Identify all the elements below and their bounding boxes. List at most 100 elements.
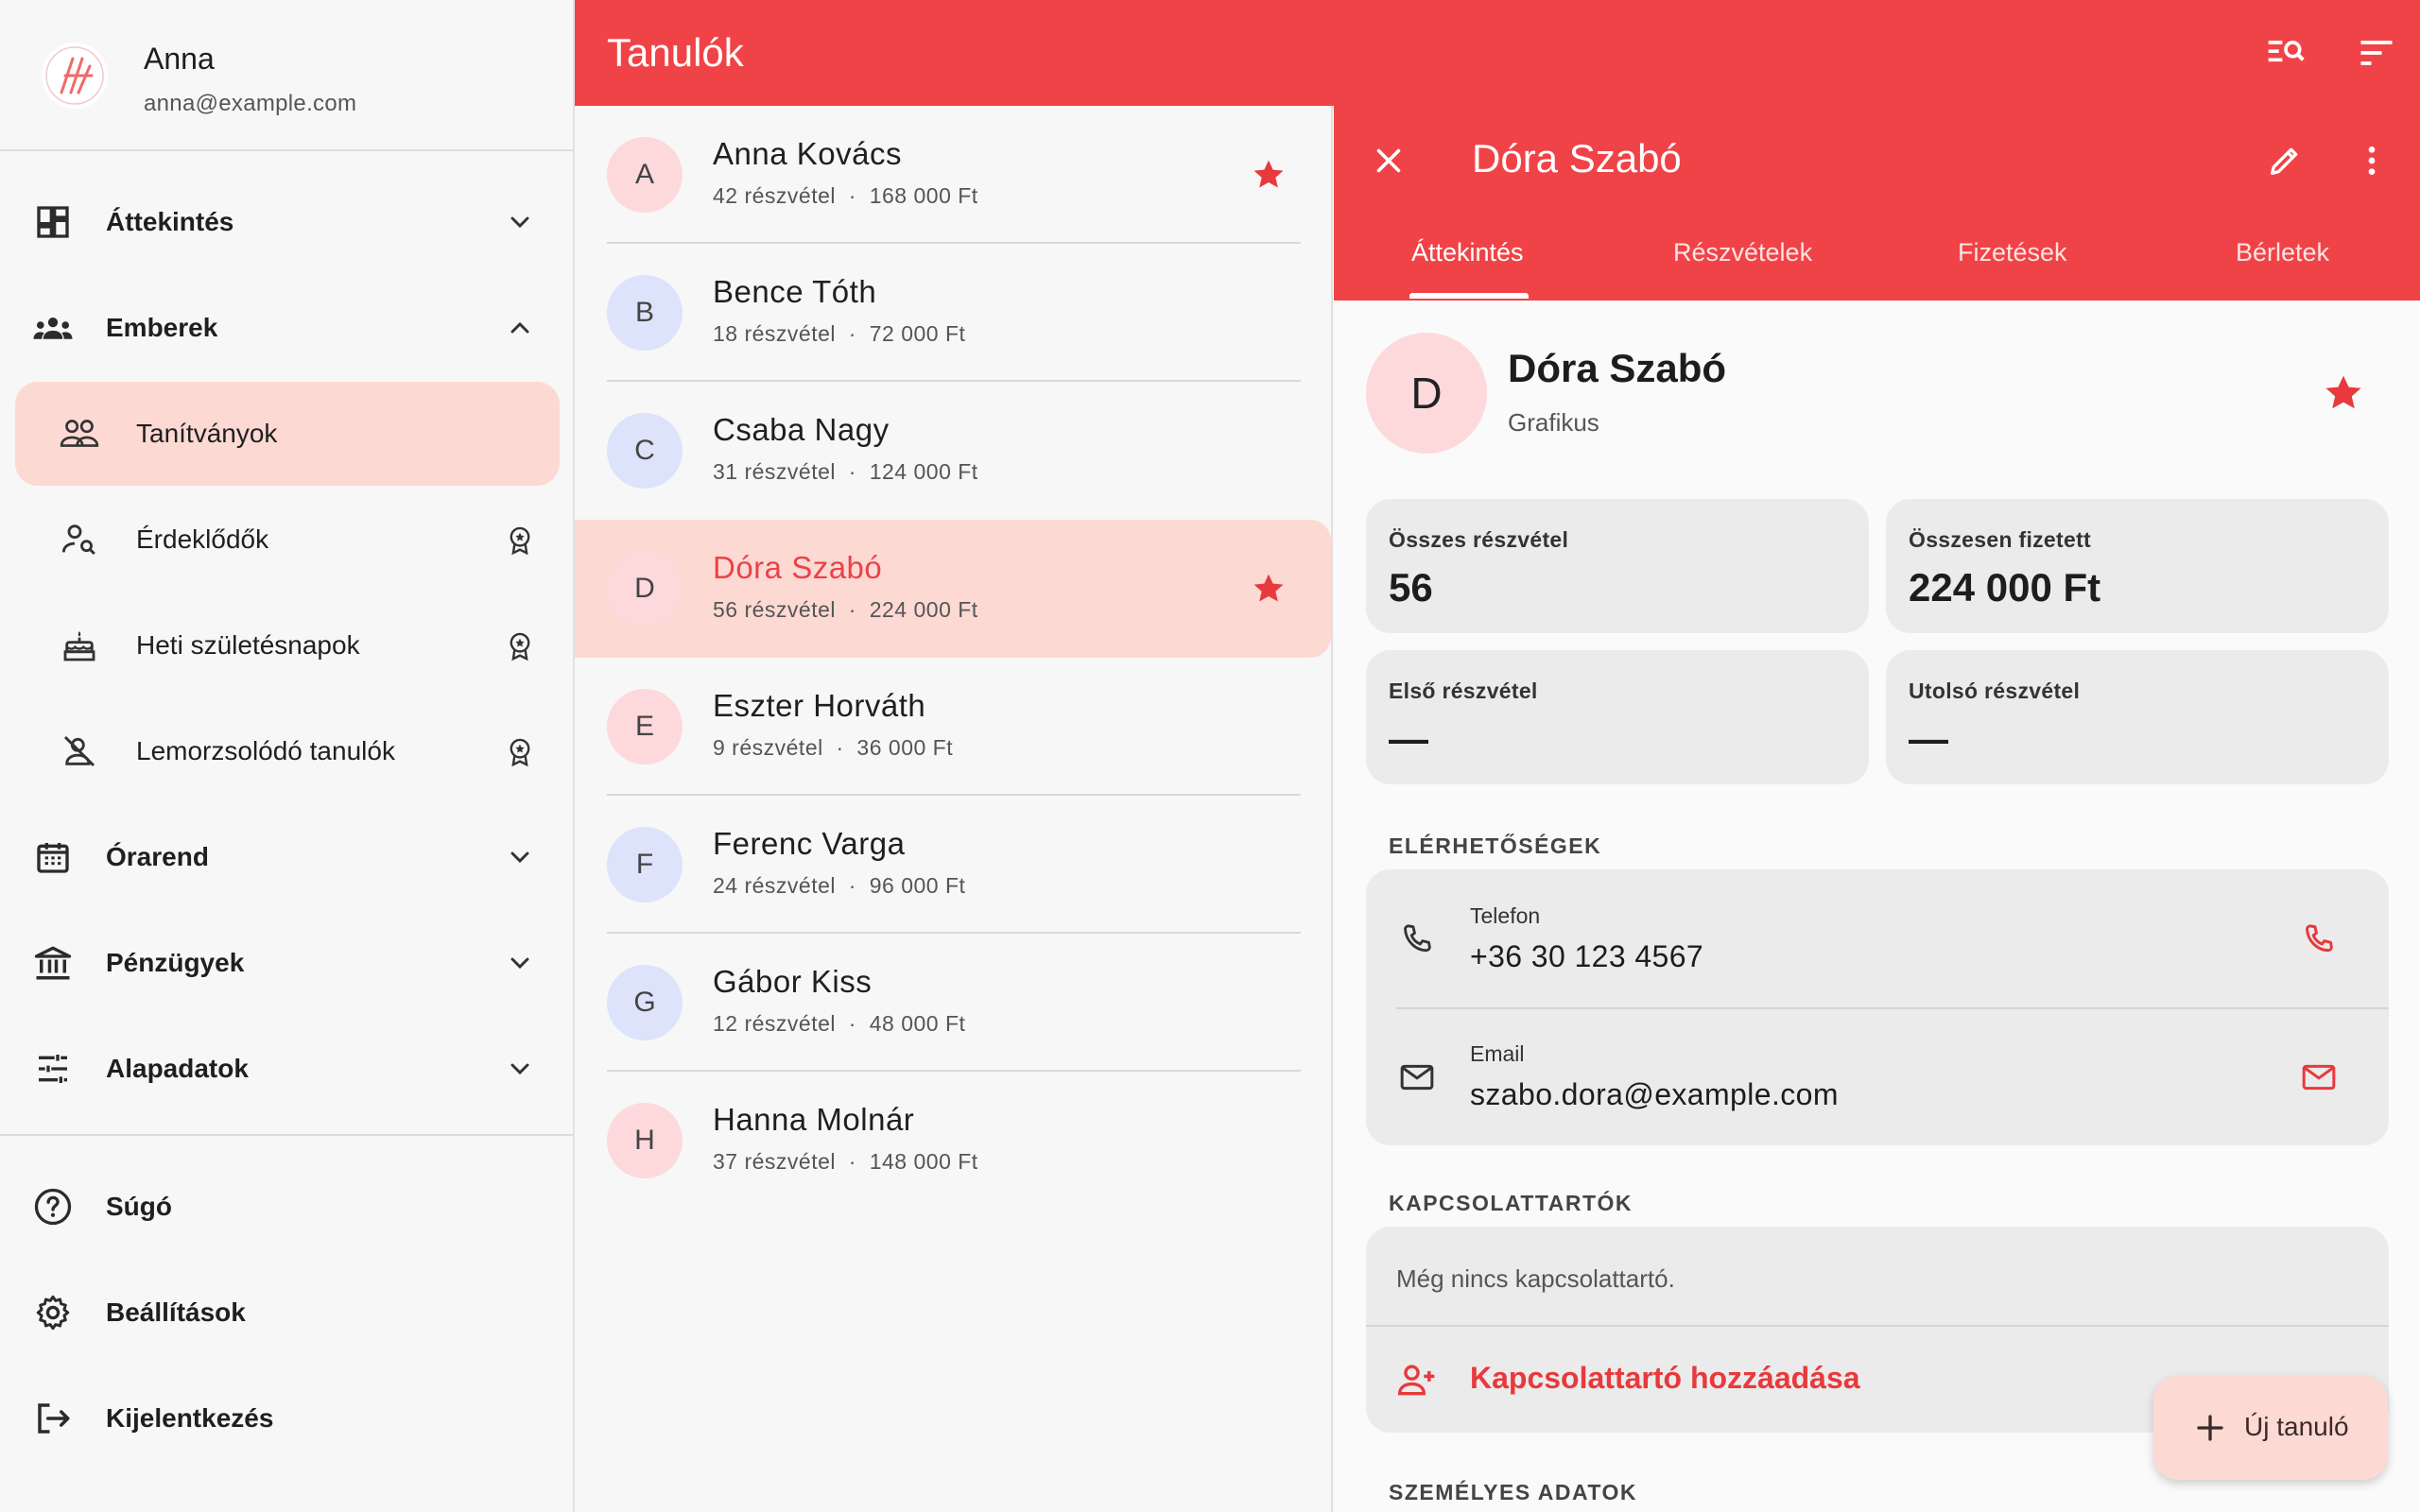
call-icon[interactable] [2296, 917, 2342, 962]
nav-overview-label: Áttekintés [106, 207, 234, 236]
student-stats: 42 részvétel · 168 000 Ft [713, 183, 978, 208]
section-contacts-title: ELÉRHETŐSÉGEK [1389, 833, 1602, 858]
profile-avatar: D [1366, 333, 1487, 454]
nav-help-label: Súgó [106, 1192, 172, 1221]
account-email: anna@example.com [144, 91, 357, 116]
app-logo [42, 43, 108, 109]
nav-schedule[interactable]: Órarend [0, 810, 573, 904]
premium-badge-icon [501, 521, 539, 558]
avatar: E [607, 689, 683, 765]
student-stats: 56 részvétel · 224 000 Ft [713, 597, 978, 622]
nav-basedata[interactable]: Alapadatok [0, 1022, 573, 1116]
student-list-item[interactable]: A Anna Kovács 42 részvétel · 168 000 Ft [575, 106, 1331, 244]
nav-birthdays[interactable]: Heti születésnapok [15, 593, 560, 697]
student-detail-panel: Dóra Szabó Áttekintés Részvételek Fizeté… [1334, 106, 2420, 1512]
new-student-label: Új tanuló [2244, 1412, 2349, 1441]
account-name: Anna [144, 42, 215, 76]
avatar: G [607, 965, 683, 1040]
app-bar: Tanulók [575, 0, 2420, 106]
nav-leads[interactable]: Érdeklődők [15, 488, 560, 592]
chevron-down-icon[interactable] [501, 203, 539, 241]
bank-icon [32, 942, 74, 984]
avatar: C [607, 413, 683, 489]
nav-logout[interactable]: Kijelentkezés [0, 1371, 573, 1466]
send-mail-icon[interactable] [2296, 1055, 2342, 1100]
phone-row[interactable]: Telefon +36 30 123 4567 [1366, 869, 2389, 1007]
star-icon[interactable] [2321, 370, 2366, 416]
stat-first-attendance: Első részvétel — [1366, 650, 1869, 784]
chevron-down-icon[interactable] [501, 1050, 539, 1088]
stat-total-attendance: Összes részvétel 56 [1366, 499, 1869, 633]
account-header[interactable]: Anna anna@example.com [0, 0, 573, 151]
sidebar-divider [0, 1134, 573, 1136]
logout-icon [32, 1398, 74, 1439]
groups-icon [32, 307, 74, 349]
sort-icon[interactable] [2354, 30, 2399, 76]
nav-leads-label: Érdeklődők [136, 524, 269, 554]
new-student-fab[interactable]: Új tanuló [2153, 1376, 2388, 1480]
nav-settings-label: Beállítások [106, 1297, 246, 1327]
nav-finance[interactable]: Pénzügyek [0, 916, 573, 1010]
close-icon[interactable] [1366, 138, 1411, 183]
student-name: Gábor Kiss [713, 964, 873, 999]
star-icon[interactable] [1250, 156, 1288, 194]
mail-icon [1394, 1055, 1440, 1100]
email-value: szabo.dora@example.com [1470, 1077, 1839, 1111]
edit-icon[interactable] [2262, 138, 2308, 183]
page-title: Tanulók [607, 30, 744, 75]
student-name: Bence Tóth [713, 274, 877, 309]
student-list-item[interactable]: B Bence Tóth 18 részvétel · 72 000 Ft [575, 244, 1331, 382]
student-list-item[interactable]: H Hanna Molnár 37 részvétel · 148 000 Ft [575, 1072, 1331, 1210]
stat-value: — [1909, 716, 1948, 761]
nav-help[interactable]: Súgó [0, 1160, 573, 1254]
nav-settings[interactable]: Beállítások [0, 1265, 573, 1360]
student-list-item[interactable]: F Ferenc Varga 24 részvétel · 96 000 Ft [575, 796, 1331, 934]
nav-dropouts-label: Lemorzsolódó tanulók [136, 736, 395, 765]
nav-students-label: Tanítványok [136, 419, 278, 448]
student-stats: 12 részvétel · 48 000 Ft [713, 1011, 966, 1036]
star-icon[interactable] [1250, 570, 1288, 608]
stat-value: 224 000 Ft [1909, 565, 2101, 610]
email-row[interactable]: Email szabo.dora@example.com [1366, 1007, 2389, 1145]
nav-basedata-label: Alapadatok [106, 1054, 249, 1083]
profile-occupation: Grafikus [1508, 408, 1599, 437]
tab-overview[interactable]: Áttekintés [1411, 238, 1524, 267]
stat-label: Összes részvétel [1389, 527, 1569, 552]
nav-people-label: Emberek [106, 313, 218, 342]
chevron-up-icon[interactable] [501, 309, 539, 347]
stat-label: Első részvétel [1389, 679, 1538, 703]
stat-label: Összesen fizetett [1909, 527, 2091, 552]
phone-label: Telefon [1470, 903, 1541, 928]
stat-value: — [1389, 716, 1428, 761]
stat-label: Utolsó részvétel [1909, 679, 2081, 703]
person-search-icon [59, 519, 100, 560]
nav-birthdays-label: Heti születésnapok [136, 630, 360, 660]
chevron-down-icon[interactable] [501, 838, 539, 876]
chevron-down-icon[interactable] [501, 944, 539, 982]
email-label: Email [1470, 1041, 1525, 1066]
tab-payments[interactable]: Fizetések [1958, 238, 2067, 267]
avatar: H [607, 1103, 683, 1178]
student-name: Ferenc Varga [713, 826, 906, 861]
stat-total-paid: Összesen fizetett 224 000 Ft [1886, 499, 2389, 633]
nav-dropouts[interactable]: Lemorzsolódó tanulók [15, 699, 560, 803]
student-list-item[interactable]: C Csaba Nagy 31 részvétel · 124 000 Ft [575, 382, 1331, 520]
avatar: B [607, 275, 683, 351]
student-list-item[interactable]: G Gábor Kiss 12 részvétel · 48 000 Ft [575, 934, 1331, 1072]
phone-value: +36 30 123 4567 [1470, 939, 1704, 973]
student-stats: 18 részvétel · 72 000 Ft [713, 321, 966, 346]
tab-attendances[interactable]: Részvételek [1673, 238, 1812, 267]
tab-passes[interactable]: Bérletek [2236, 238, 2329, 267]
student-list-item[interactable]: D Dóra Szabó 56 részvétel · 224 000 Ft [575, 520, 1331, 658]
nav-schedule-label: Órarend [106, 842, 209, 871]
avatar: D [607, 551, 683, 627]
nav-people[interactable]: Emberek [0, 281, 573, 375]
student-list-item[interactable]: E Eszter Horváth 9 részvétel · 36 000 Ft [575, 658, 1331, 796]
search-list-icon[interactable] [2263, 30, 2308, 76]
navigation-drawer: Anna anna@example.com Áttekintés Emberek… [0, 0, 575, 1512]
nav-overview[interactable]: Áttekintés [0, 175, 573, 269]
nav-students[interactable]: Tanítványok [15, 382, 560, 486]
more-vert-icon[interactable] [2349, 138, 2394, 183]
student-name: Csaba Nagy [713, 412, 890, 447]
dashboard-icon [32, 201, 74, 243]
